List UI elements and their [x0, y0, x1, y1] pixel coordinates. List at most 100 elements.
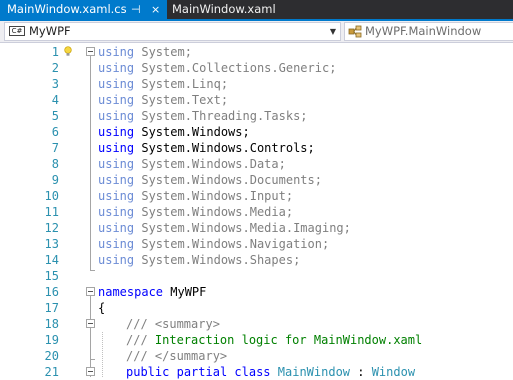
indent-guide — [102, 332, 103, 377]
code-text: System.Windows.Input; — [134, 189, 294, 203]
lightbulb-icon[interactable] — [64, 46, 72, 57]
collapse-usings-toggle[interactable] — [86, 47, 95, 56]
chevron-down-icon[interactable]: ▼ — [330, 23, 336, 40]
code-keyword: using — [98, 157, 135, 171]
type-dropdown-value: MyWPF.MainWindow — [365, 24, 482, 38]
line-number: 21 — [44, 365, 59, 379]
code-keyword: using — [98, 173, 135, 187]
tab-label: MainWindow.xaml — [172, 2, 276, 16]
line-number: 15 — [44, 269, 59, 283]
code-line: using System.Windows.Documents; — [98, 172, 322, 188]
doc-comment-tag: <summary> — [154, 317, 220, 331]
line-number: 19 — [44, 333, 59, 347]
line-number: 17 — [44, 301, 59, 315]
line-number: 4 — [51, 93, 59, 107]
code-keyword: using — [98, 221, 135, 235]
class-icon — [348, 25, 362, 38]
code-keyword: using — [98, 61, 135, 75]
line-number: 13 — [44, 237, 59, 251]
code-keyword: using — [98, 237, 135, 251]
fold-guide-line — [90, 56, 91, 271]
document-tab-bar: MainWindow.xaml.cs ⊣ × MainWindow.xaml — [0, 0, 513, 19]
tab-label: MainWindow.xaml.cs — [7, 2, 127, 16]
csharp-project-icon: C# — [9, 26, 25, 36]
code-keyword: using — [98, 45, 135, 59]
line-number: 1 — [51, 45, 59, 59]
line-number: 11 — [44, 205, 59, 219]
code-text: System.Windows.Media.Imaging; — [134, 221, 351, 235]
code-line: using System.Windows.Data; — [98, 156, 286, 172]
code-line: using System.Windows.Controls; — [98, 140, 315, 156]
line-number: 18 — [44, 317, 59, 331]
code-text: System; — [134, 45, 192, 59]
doc-comment-prefix: /// — [126, 317, 155, 331]
code-line: using System.Windows.Navigation; — [98, 236, 329, 252]
code-text: System.Linq; — [134, 77, 229, 91]
code-line: using System.Windows.Media.Imaging; — [98, 220, 351, 236]
code-text: MyWPF — [163, 285, 207, 299]
code-keyword: using — [98, 125, 135, 139]
code-line: using System.Text; — [98, 92, 228, 108]
code-keyword: using — [98, 253, 135, 267]
type-dropdown[interactable]: MyWPF.MainWindow — [344, 22, 513, 41]
line-number: 10 — [44, 189, 59, 203]
line-number: 3 — [51, 77, 59, 91]
code-keyword: using — [98, 189, 135, 203]
doc-comment-text: Interaction logic for MainWindow.xaml — [154, 333, 423, 347]
line-number: 16 — [44, 285, 59, 299]
line-number: 14 — [44, 253, 59, 267]
line-number: 6 — [51, 125, 59, 139]
code-line: using System; — [98, 44, 192, 60]
code-line: using System.Threading.Tasks; — [98, 108, 308, 124]
project-dropdown[interactable]: C# MyWPF ▼ — [4, 22, 341, 41]
code-text: System.Windows.Navigation; — [134, 237, 330, 251]
project-dropdown-value: MyWPF — [29, 24, 71, 38]
doc-comment-tag: </summary> — [154, 349, 228, 363]
code-text: System.Collections.Generic; — [134, 61, 337, 75]
line-number: 5 — [51, 109, 59, 123]
fold-guide-line — [90, 296, 91, 377]
code-text: System.Windows.Media; — [134, 205, 294, 219]
code-line: /// Interaction logic for MainWindow.xam… — [126, 332, 422, 348]
code-text: System.Threading.Tasks; — [134, 109, 308, 123]
line-number: 7 — [51, 141, 59, 155]
code-line: public partial class MainWindow : Window — [126, 364, 415, 380]
line-number: 9 — [51, 173, 59, 187]
code-line: using System.Windows; — [98, 124, 250, 140]
line-number: 12 — [44, 221, 59, 235]
code-keyword: using — [98, 109, 135, 123]
code-line: using System.Linq; — [98, 76, 228, 92]
tab-mainwindow-xaml[interactable]: MainWindow.xaml — [167, 0, 277, 19]
code-keyword: using — [98, 205, 135, 219]
navigation-bar: C# MyWPF ▼ MyWPF.MainWindow — [0, 21, 513, 43]
code-editor[interactable]: 1 2 3 4 5 6 7 8 9 10 11 12 13 14 15 16 1… — [0, 43, 513, 380]
code-keyword: using — [98, 141, 135, 155]
tab-mainwindow-xaml-cs[interactable]: MainWindow.xaml.cs ⊣ × — [0, 0, 167, 19]
close-icon[interactable]: × — [151, 0, 160, 19]
code-line: /// <summary> — [126, 316, 220, 332]
code-line: { — [98, 301, 106, 315]
fold-guide-end — [90, 359, 95, 360]
fold-guide-end — [90, 270, 95, 271]
doc-comment-prefix: /// — [126, 349, 155, 363]
code-keyword: using — [98, 77, 135, 91]
collapse-namespace-toggle[interactable] — [86, 287, 95, 296]
code-line: using System.Windows.Input; — [98, 188, 293, 204]
doc-comment-prefix: /// — [126, 333, 155, 347]
code-text: System.Windows; — [134, 125, 250, 139]
line-number: 8 — [51, 157, 59, 171]
collapse-class-toggle[interactable] — [86, 367, 95, 376]
code-text: System.Windows.Data; — [134, 157, 286, 171]
code-line: using System.Collections.Generic; — [98, 60, 336, 76]
collapse-comment-toggle[interactable] — [86, 319, 95, 328]
code-text: System.Windows.Controls; — [134, 141, 315, 155]
code-line: using System.Windows.Shapes; — [98, 252, 300, 268]
line-number: 20 — [44, 349, 59, 363]
code-text: System.Windows.Shapes; — [134, 253, 301, 267]
code-keyword: namespace — [98, 285, 164, 299]
code-text: System.Windows.Documents; — [134, 173, 322, 187]
line-number: 2 — [51, 61, 59, 75]
pin-icon[interactable]: ⊣ — [131, 0, 141, 19]
code-keyword: using — [98, 93, 135, 107]
code-text: System.Text; — [134, 93, 229, 107]
